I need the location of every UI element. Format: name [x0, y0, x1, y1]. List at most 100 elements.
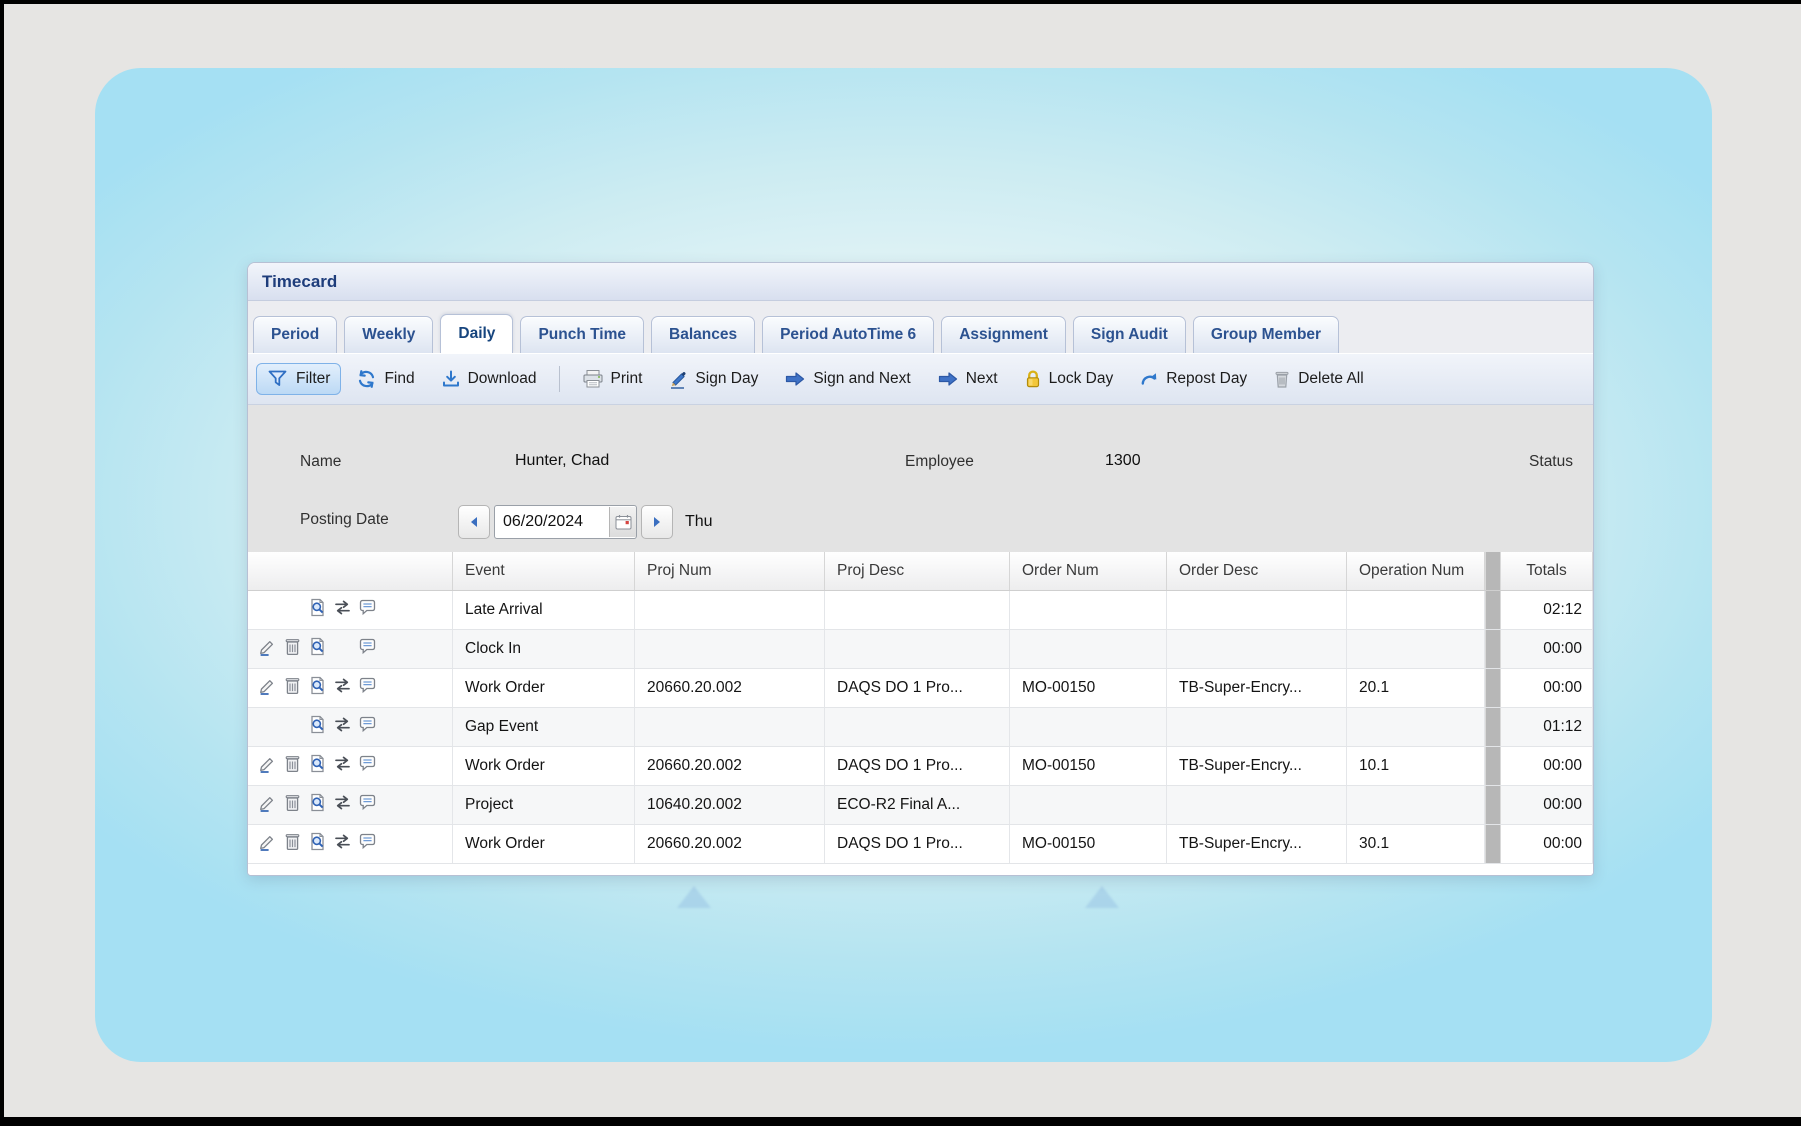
tab-weekly[interactable]: Weekly	[344, 316, 433, 353]
transfer-icon[interactable]	[333, 598, 352, 622]
calendar-button[interactable]	[609, 507, 636, 537]
table-row[interactable]: Gap Event01:12	[248, 708, 1593, 747]
column-header-operation_num[interactable]: Operation Num	[1347, 552, 1485, 590]
delete-all-button[interactable]: Delete All	[1262, 363, 1374, 395]
transfer-icon[interactable]	[333, 676, 352, 700]
table-row[interactable]: Work Order20660.20.002DAQS DO 1 Pro...MO…	[248, 669, 1593, 708]
tab-label: Assignment	[959, 326, 1048, 344]
column-header-order_desc[interactable]: Order Desc	[1167, 552, 1347, 590]
tab-label: Weekly	[362, 326, 415, 344]
comment-icon[interactable]	[358, 598, 377, 622]
tab-balances[interactable]: Balances	[651, 316, 755, 353]
delete-icon[interactable]	[283, 793, 302, 817]
table-row[interactable]: Late Arrival02:12	[248, 591, 1593, 630]
find-button[interactable]: Find	[345, 363, 425, 395]
vertical-scrollbar[interactable]	[1485, 825, 1501, 863]
tab-period[interactable]: Period	[253, 316, 337, 353]
filter-button[interactable]: Filter	[256, 363, 341, 395]
print-button[interactable]: Print	[571, 363, 654, 395]
cell-proj_num	[635, 708, 825, 746]
table-row[interactable]: Work Order20660.20.002DAQS DO 1 Pro...MO…	[248, 825, 1593, 864]
vertical-scrollbar[interactable]	[1485, 786, 1501, 824]
delete-action-slot	[281, 639, 303, 659]
transfer-action-slot	[331, 639, 353, 659]
tab-assignment[interactable]: Assignment	[941, 316, 1066, 353]
cell-proj_num: 20660.20.002	[635, 747, 825, 785]
sign-day-button[interactable]: Sign Day	[657, 363, 769, 395]
next-day-button[interactable]	[641, 505, 673, 539]
delete-icon[interactable]	[283, 676, 302, 700]
table-row[interactable]: Project10640.20.002ECO-R2 Final A...00:0…	[248, 786, 1593, 825]
audit-icon[interactable]	[308, 832, 327, 856]
edit-icon[interactable]	[258, 637, 277, 661]
delete-icon[interactable]	[283, 832, 302, 856]
transfer-icon[interactable]	[333, 793, 352, 817]
tab-sign-audit[interactable]: Sign Audit	[1073, 316, 1186, 353]
comment-icon[interactable]	[358, 793, 377, 817]
audit-icon[interactable]	[308, 637, 327, 661]
edit-action-slot	[256, 795, 278, 815]
cell-event: Gap Event	[453, 708, 635, 746]
timecard-table: EventProj NumProj DescOrder NumOrder Des…	[248, 552, 1593, 875]
vertical-scrollbar[interactable]	[1485, 630, 1501, 668]
sign-and-next-button[interactable]: Sign and Next	[773, 364, 921, 394]
audit-icon[interactable]	[308, 598, 327, 622]
delete-icon[interactable]	[283, 637, 302, 661]
transfer-icon[interactable]	[333, 754, 352, 778]
vertical-scrollbar[interactable]	[1485, 591, 1501, 629]
column-header-event[interactable]: Event	[453, 552, 635, 590]
transfer-icon[interactable]	[333, 832, 352, 856]
cell-order_num	[1010, 630, 1167, 668]
comment-icon[interactable]	[358, 832, 377, 856]
table-row[interactable]: Clock In00:00	[248, 630, 1593, 669]
column-header-proj_desc[interactable]: Proj Desc	[825, 552, 1010, 590]
tab-period-autotime-6[interactable]: Period AutoTime 6	[762, 316, 934, 353]
repost-icon	[1139, 369, 1159, 389]
table-row[interactable]: Work Order20660.20.002DAQS DO 1 Pro...MO…	[248, 747, 1593, 786]
lock-day-button[interactable]: Lock Day	[1013, 363, 1125, 395]
comment-icon[interactable]	[358, 754, 377, 778]
tab-daily[interactable]: Daily	[440, 314, 513, 353]
column-header-totals[interactable]: Totals	[1501, 552, 1593, 590]
cell-event: Late Arrival	[453, 591, 635, 629]
delete-icon[interactable]	[283, 754, 302, 778]
vertical-scrollbar[interactable]	[1485, 669, 1501, 707]
audit-icon[interactable]	[308, 676, 327, 700]
next-button[interactable]: Next	[926, 364, 1009, 394]
edit-icon[interactable]	[258, 754, 277, 778]
tab-group-member[interactable]: Group Member	[1193, 316, 1339, 353]
previous-day-button[interactable]	[458, 505, 490, 539]
edit-icon[interactable]	[258, 793, 277, 817]
edit-icon[interactable]	[258, 676, 277, 700]
vertical-scrollbar[interactable]	[1485, 747, 1501, 785]
transfer-action-slot	[331, 678, 353, 698]
download-button[interactable]: Download	[430, 363, 548, 395]
cell-event: Work Order	[453, 669, 635, 707]
cell-proj_num: 20660.20.002	[635, 825, 825, 863]
tab-label: Period AutoTime 6	[780, 326, 916, 344]
row-actions-cell	[248, 786, 453, 824]
audit-icon[interactable]	[308, 793, 327, 817]
audit-icon[interactable]	[308, 715, 327, 739]
posting-date-input[interactable]	[495, 513, 609, 531]
employee-value: 1300	[1105, 452, 1141, 470]
vertical-scrollbar[interactable]	[1485, 552, 1501, 590]
vertical-scrollbar[interactable]	[1485, 708, 1501, 746]
tab-punch-time[interactable]: Punch Time	[520, 316, 644, 353]
comment-icon[interactable]	[358, 637, 377, 661]
audit-action-slot	[306, 795, 328, 815]
comment-action-slot	[356, 678, 378, 698]
cell-order_desc	[1167, 708, 1347, 746]
name-value: Hunter, Chad	[515, 452, 609, 470]
comment-icon[interactable]	[358, 715, 377, 739]
column-header-proj_num[interactable]: Proj Num	[635, 552, 825, 590]
name-label: Name	[300, 453, 341, 471]
column-header-order_num[interactable]: Order Num	[1010, 552, 1167, 590]
comment-icon[interactable]	[358, 676, 377, 700]
transfer-action-slot	[331, 600, 353, 620]
audit-icon[interactable]	[308, 754, 327, 778]
repost-day-button[interactable]: Repost Day	[1128, 363, 1258, 395]
transfer-icon[interactable]	[333, 715, 352, 739]
edit-icon[interactable]	[258, 832, 277, 856]
toolbar-button-label: Next	[966, 370, 998, 388]
